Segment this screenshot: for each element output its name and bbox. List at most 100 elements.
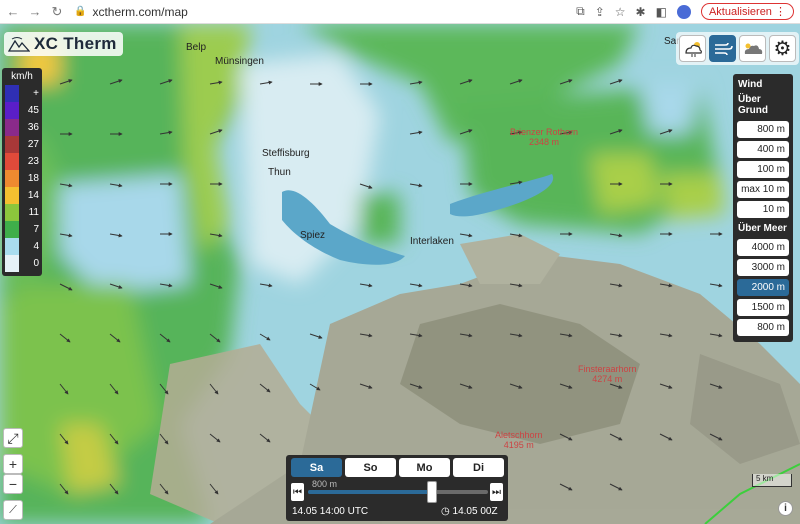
- legend-row: 0: [5, 255, 39, 272]
- ruler-icon: ⟋: [9, 503, 17, 516]
- map-scale: 5 km: [752, 474, 792, 487]
- prev-icon: ⏮: [293, 486, 302, 498]
- timeline-panel: Sa So Mo Di 800 m ⏮ ⏭ 14.05 14:00 UTC ◷ 14.…: [286, 455, 508, 521]
- end-time-wrap: ◷ 14.05 00Z: [441, 506, 498, 517]
- wind-layer-button[interactable]: [709, 35, 736, 62]
- previous-step-button[interactable]: ⏮: [291, 483, 304, 501]
- layer-switcher: ⚙: [676, 32, 799, 65]
- wind-height-option[interactable]: max 10 m: [737, 181, 789, 198]
- day-button[interactable]: So: [345, 458, 396, 477]
- legend-label: 4: [33, 241, 39, 252]
- legend-swatch: [5, 187, 19, 204]
- next-icon: ⏭: [492, 486, 501, 498]
- legend-label: 45: [27, 105, 39, 116]
- legend-swatch: [5, 238, 19, 255]
- lock-icon[interactable]: 🔒: [74, 6, 86, 17]
- wind-icon: [714, 42, 733, 55]
- peak-finsteraarhorn-elev: 4274 m: [592, 374, 623, 384]
- wind-height-option[interactable]: 800 m: [737, 319, 789, 336]
- wind-height-option[interactable]: 2000 m: [737, 279, 789, 296]
- place-munsingen: Münsingen: [215, 56, 264, 67]
- clock-icon: ◷: [441, 506, 450, 517]
- wind-height-option[interactable]: 10 m: [737, 201, 789, 218]
- wind-height-option[interactable]: 4000 m: [737, 239, 789, 256]
- legend-label: 18: [27, 173, 39, 184]
- legend-row: 27: [5, 136, 39, 153]
- extensions-icon[interactable]: ✱: [636, 5, 646, 19]
- wind-speed-legend: km/h +45 36 27 23 18 14 11 7 4 0: [2, 68, 42, 276]
- day-button[interactable]: Mo: [399, 458, 450, 477]
- cloud-icon: [744, 43, 762, 54]
- legend-label: +: [33, 88, 39, 99]
- reload-icon[interactable]: ↻: [50, 4, 64, 20]
- legend-swatch: [5, 170, 19, 187]
- legend-label: 11: [28, 207, 39, 218]
- place-interlaken: Interlaken: [410, 236, 454, 247]
- place-spiez: Spiez: [300, 230, 326, 241]
- wind-panel-title: Wind: [738, 79, 763, 90]
- forward-icon[interactable]: →: [28, 4, 42, 19]
- wind-height-option[interactable]: 100 m: [737, 161, 789, 178]
- update-button[interactable]: Aktualisieren ⋮: [700, 3, 794, 20]
- wind-height-option[interactable]: 800 m: [737, 121, 789, 138]
- map-canvas[interactable]: Belp Münsingen Steffisburg Thun Spiez In…: [0, 24, 800, 524]
- wind-height-option[interactable]: 400 m: [737, 141, 789, 158]
- fullscreen-button[interactable]: ⤢: [3, 428, 23, 448]
- info-button[interactable]: i: [778, 501, 793, 516]
- place-steffisburg: Steffisburg: [262, 148, 310, 159]
- sidebar-icon[interactable]: ◧: [656, 5, 667, 19]
- legend-label: 0: [33, 258, 39, 269]
- above-sea-label: Über Meer: [738, 223, 787, 234]
- settings-button[interactable]: ⚙: [769, 35, 796, 62]
- profile-avatar[interactable]: [676, 4, 691, 19]
- bookmark-star-icon[interactable]: ☆: [615, 5, 626, 19]
- thermals-layer-button[interactable]: [679, 35, 706, 62]
- wind-height-panel: Wind Über Grund 800 m 400 m 100 m max 10 m 1…: [733, 74, 793, 342]
- cloud-thermal-icon: [684, 41, 702, 57]
- back-icon[interactable]: ←: [6, 4, 20, 19]
- measure-button[interactable]: ⟋: [3, 500, 23, 520]
- peak-brienzer-rothorn-elev: 2348 m: [529, 137, 560, 147]
- wind-height-option[interactable]: 3000 m: [737, 259, 789, 276]
- above-sea-options: 4000 m 3000 m 2000 m 1500 m 800 m: [735, 239, 791, 336]
- plus-icon: +: [8, 456, 18, 472]
- start-time: 14.05 14:00 UTC: [292, 506, 369, 517]
- legend-label: 27: [27, 139, 39, 150]
- wind-height-option[interactable]: 1500 m: [737, 299, 789, 316]
- legend-label: 14: [27, 190, 39, 201]
- legend-label: 7: [33, 224, 39, 235]
- zoom-in-button[interactable]: +: [3, 454, 23, 474]
- day-button[interactable]: Sa: [291, 458, 342, 477]
- zoom-out-button[interactable]: −: [3, 474, 23, 494]
- legend-row: +: [5, 85, 39, 102]
- above-ground-options: 800 m 400 m 100 m max 10 m 10 m: [735, 121, 791, 218]
- address-bar[interactable]: xctherm.com/map: [92, 5, 187, 19]
- legend-row: 23: [5, 153, 39, 170]
- legend-row: 11: [5, 204, 39, 221]
- peak-aletschhorn-name: Aletschhorn: [495, 430, 543, 440]
- legend-row: 7: [5, 221, 39, 238]
- peak-finsteraarhorn-name: Finsteraarhorn: [578, 364, 637, 374]
- day-button[interactable]: Di: [453, 458, 504, 477]
- next-step-button[interactable]: ⏭: [490, 483, 503, 501]
- share-icon[interactable]: ⇪: [595, 5, 605, 19]
- minus-icon: −: [8, 476, 18, 492]
- fullscreen-icon: ⤢: [7, 429, 19, 446]
- legend-swatch: [5, 102, 19, 119]
- legend-row: 45: [5, 102, 39, 119]
- wind-map[interactable]: [0, 24, 800, 524]
- legend-swatch: [5, 255, 19, 272]
- legend-unit: km/h: [11, 71, 33, 82]
- update-label: Aktualisieren: [708, 6, 772, 18]
- time-slider-fill: [308, 490, 433, 494]
- clouds-layer-button[interactable]: [739, 35, 766, 62]
- time-slider-thumb[interactable]: [427, 481, 438, 503]
- app-logo[interactable]: XC Therm: [4, 32, 123, 56]
- legend-row: 14: [5, 187, 39, 204]
- legend-swatch: [5, 204, 19, 221]
- browser-nav: ← → ↻: [0, 4, 64, 20]
- place-thun: Thun: [268, 167, 291, 178]
- peak-aletschhorn: Aletschhorn 4195 m: [495, 430, 543, 450]
- open-in-app-icon[interactable]: ⧉: [576, 4, 585, 19]
- place-belp: Belp: [186, 42, 207, 53]
